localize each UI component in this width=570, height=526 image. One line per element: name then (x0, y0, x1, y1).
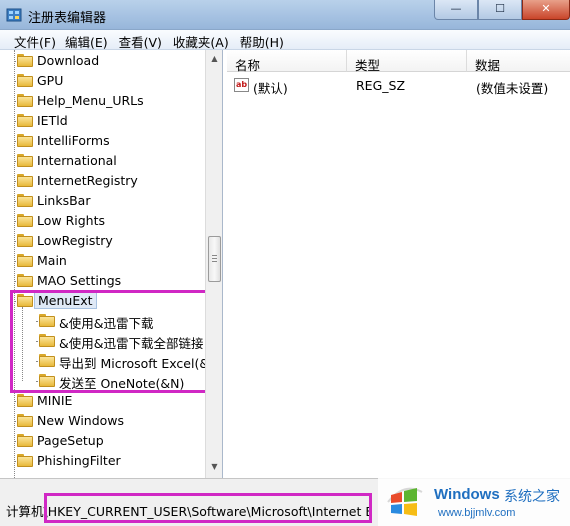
folder-icon (17, 214, 33, 227)
status-highlight-box (44, 493, 372, 523)
value-data: (数值未设置) (476, 81, 549, 96)
menu-help[interactable]: 帮助(H) (236, 30, 291, 50)
tree-item-label: Low Rights (37, 213, 106, 228)
menu-view[interactable]: 查看(V) (115, 30, 169, 50)
tree-item-label: Main (37, 253, 67, 268)
tree-item-label: PhishingFilter (37, 453, 121, 468)
value-name: (默认) (253, 81, 288, 96)
menu-favorites[interactable]: 收藏夹(A) (169, 30, 236, 50)
value-row[interactable]: ab (默认) REG_SZ (数值未设置) (227, 75, 570, 96)
value-type: REG_SZ (356, 78, 406, 93)
tree-item[interactable]: Download (0, 51, 205, 71)
folder-icon (17, 154, 33, 167)
folder-icon (17, 114, 33, 127)
tree-item[interactable]: Help_Menu_URLs (0, 91, 205, 111)
tree-item[interactable]: International (0, 151, 205, 171)
menu-edit[interactable]: 编辑(E) (63, 30, 115, 50)
scroll-up-arrow-icon[interactable]: ▲ (208, 52, 221, 66)
tree-item[interactable]: MAO Settings (0, 271, 205, 291)
column-header-name[interactable]: 名称 (227, 50, 347, 73)
tree-item-label: International (37, 153, 117, 168)
tree-item-label: Help_Menu_URLs (37, 93, 144, 108)
column-header-type[interactable]: 类型 (347, 50, 467, 73)
watermark-brand: Windows (434, 486, 500, 503)
folder-icon (17, 394, 33, 407)
tree-item-label: New Windows (37, 413, 125, 428)
menu-bar: 文件(F) 编辑(E) 查看(V) 收藏夹(A) 帮助(H) (0, 30, 570, 50)
watermark: Windows 系统之家 www.bjjmlv.com (378, 478, 570, 526)
tree-item[interactable]: GPU (0, 71, 205, 91)
tree-item-label: PageSetup (37, 433, 104, 448)
tree-item-label: InternetRegistry (37, 173, 138, 188)
tree-item-label: LowRegistry (37, 233, 113, 248)
tree-item[interactable]: PhishingFilter (0, 451, 205, 471)
folder-icon (17, 74, 33, 87)
title-bar: 注册表编辑器 — ☐ ✕ (0, 0, 570, 30)
menuext-highlight-box (10, 290, 211, 393)
column-header-data[interactable]: 数据 (467, 50, 570, 73)
values-list-pane: 名称 类型 数据 ab (默认) REG_SZ (数值未设置) (227, 50, 570, 478)
watermark-site: 系统之家 (504, 489, 560, 505)
window-title: 注册表编辑器 (28, 11, 107, 26)
tree-item[interactable]: MINIE (0, 391, 205, 411)
menu-file[interactable]: 文件(F) (0, 30, 63, 50)
tree-item[interactable]: New Windows (0, 411, 205, 431)
tree-item[interactable]: LowRegistry (0, 231, 205, 251)
tree-scrollbar[interactable]: ▲ ▼ (205, 50, 222, 478)
minimize-button[interactable]: — (434, 0, 478, 20)
folder-icon (17, 174, 33, 187)
folder-icon (17, 94, 33, 107)
tree-item-label: GPU (37, 73, 64, 88)
folder-icon (17, 414, 33, 427)
folder-icon (17, 274, 33, 287)
tree-item[interactable]: Main (0, 251, 205, 271)
tree-item-label: LinksBar (37, 193, 91, 208)
key-tree-pane[interactable]: Download GPU Help_Menu_URLs IETld IntelliFor… (0, 50, 223, 478)
window-controls: — ☐ ✕ (434, 0, 570, 20)
tree-item[interactable]: IETld (0, 111, 205, 131)
tree-item-label: IETld (37, 113, 68, 128)
tree-item[interactable]: Low Rights (0, 211, 205, 231)
tree-item[interactable]: PageSetup (0, 431, 205, 451)
folder-icon (17, 434, 33, 447)
folder-icon (17, 54, 33, 67)
string-value-icon: ab (234, 78, 249, 92)
folder-icon (17, 454, 33, 467)
scroll-down-arrow-icon[interactable]: ▼ (208, 460, 221, 474)
windows-logo-icon (387, 487, 423, 516)
folder-icon (17, 254, 33, 267)
tree-item-label: Download (37, 53, 100, 68)
tree-item-label: MINIE (37, 393, 73, 408)
scroll-thumb[interactable] (208, 236, 221, 282)
tree-item[interactable]: LinksBar (0, 191, 205, 211)
regedit-app-icon (6, 8, 22, 22)
tree-item-label: MAO Settings (37, 273, 122, 288)
folder-icon (17, 234, 33, 247)
tree-item[interactable]: InternetRegistry (0, 171, 205, 191)
maximize-button[interactable]: ☐ (478, 0, 522, 20)
watermark-url: www.bjjmlv.com (438, 507, 516, 519)
tree-item[interactable]: IntelliForms (0, 131, 205, 151)
folder-icon (17, 194, 33, 207)
folder-icon (17, 134, 33, 147)
tree-item-label: IntelliForms (37, 133, 110, 148)
close-button[interactable]: ✕ (522, 0, 570, 20)
